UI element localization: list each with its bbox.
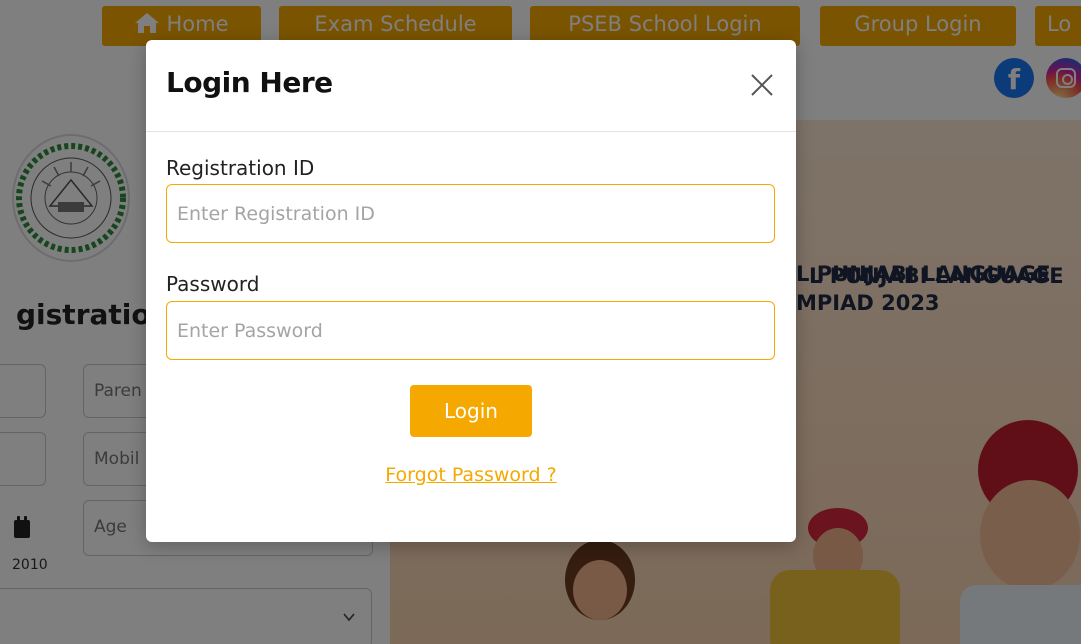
registration-id-input[interactable] <box>166 184 775 243</box>
modal-header: Login Here <box>146 40 796 132</box>
password-input[interactable] <box>166 301 775 360</box>
login-modal: Login Here Registration ID Password Logi… <box>146 40 796 542</box>
modal-title: Login Here <box>166 66 333 99</box>
close-icon[interactable] <box>749 72 775 98</box>
registration-id-label: Registration ID <box>166 156 315 180</box>
forgot-password-link[interactable]: Forgot Password ? <box>146 464 796 486</box>
login-button[interactable]: Login <box>410 385 532 437</box>
password-label: Password <box>166 272 260 296</box>
